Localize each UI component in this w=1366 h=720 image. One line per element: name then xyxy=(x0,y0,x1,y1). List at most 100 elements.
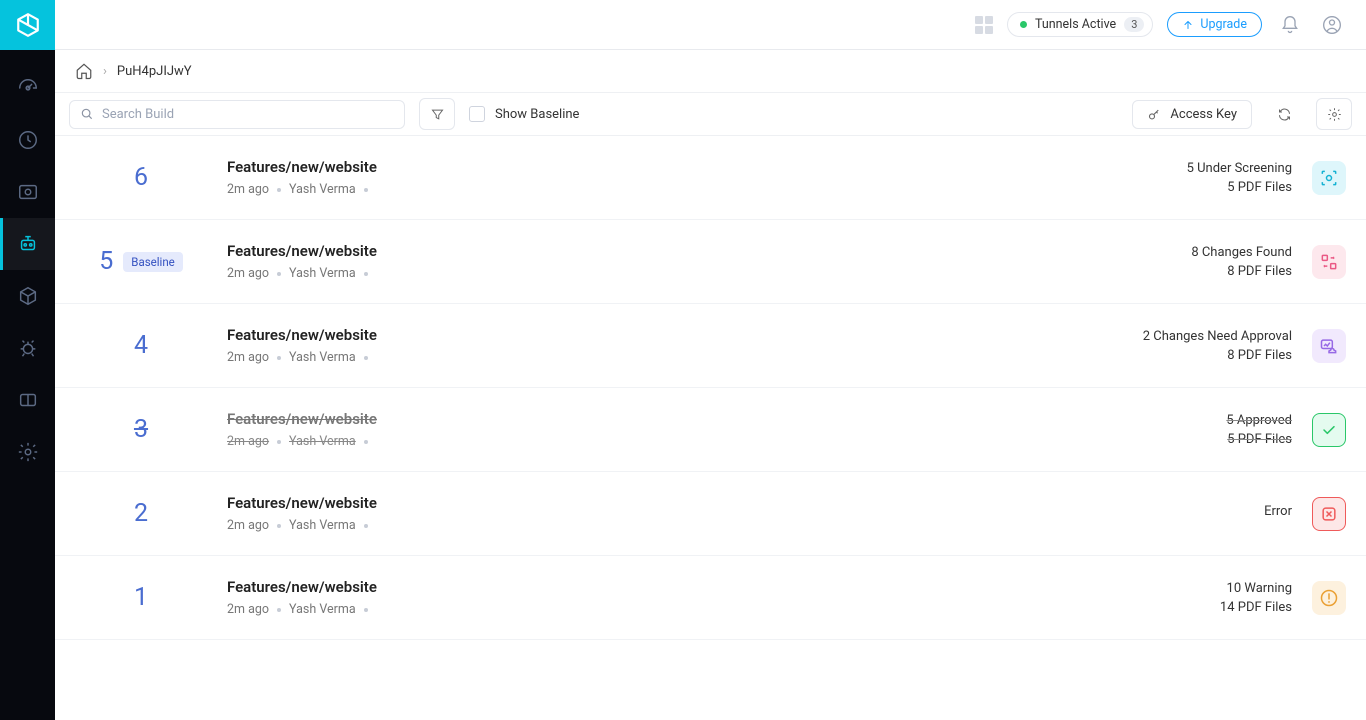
search-input-wrapper[interactable] xyxy=(69,100,405,129)
key-icon xyxy=(1147,107,1162,122)
show-baseline-label: Show Baseline xyxy=(495,107,579,122)
bell-icon xyxy=(1280,15,1300,35)
build-status-sub: 14 PDF Files xyxy=(1220,600,1292,615)
robot-icon xyxy=(17,233,39,255)
nav-visual[interactable] xyxy=(0,166,55,218)
build-meta: 2m ago Yash Verma xyxy=(227,602,1220,617)
build-status-main: 5 Under Screening xyxy=(1187,161,1292,176)
build-number: 5 xyxy=(99,247,113,276)
nav-robot[interactable] xyxy=(0,218,55,270)
build-author: Yash Verma xyxy=(289,434,356,449)
apps-grid-icon[interactable] xyxy=(975,16,993,34)
build-time: 2m ago xyxy=(227,182,269,197)
search-input[interactable] xyxy=(102,107,394,122)
chevron-right-icon: › xyxy=(103,64,107,79)
settings-button[interactable] xyxy=(1316,98,1352,130)
build-author: Yash Verma xyxy=(289,602,356,617)
breadcrumb: › PuH4pJIJwY xyxy=(55,50,1366,92)
build-row[interactable]: 5 Baseline Features/new/website 2m ago Y… xyxy=(55,220,1366,304)
build-number-col: 1 xyxy=(55,583,227,612)
access-key-button[interactable]: Access Key xyxy=(1132,100,1252,129)
build-status: 5 Under Screening 5 PDF Files xyxy=(1187,161,1292,195)
build-author: Yash Verma xyxy=(289,518,356,533)
nav-cube[interactable] xyxy=(0,270,55,322)
refresh-icon xyxy=(1277,107,1292,122)
build-time: 2m ago xyxy=(227,350,269,365)
build-row[interactable]: 2 Features/new/website 2m ago Yash Verma… xyxy=(55,472,1366,556)
cube-icon xyxy=(17,285,39,307)
build-info: Features/new/website 2m ago Yash Verma xyxy=(227,326,1143,365)
build-author: Yash Verma xyxy=(289,182,356,197)
build-status-sub: 8 PDF Files xyxy=(1191,264,1292,279)
build-row[interactable]: 6 Features/new/website 2m ago Yash Verma… xyxy=(55,136,1366,220)
upgrade-button[interactable]: Upgrade xyxy=(1167,12,1262,37)
build-info: Features/new/website 2m ago Yash Verma xyxy=(227,410,1226,449)
logo[interactable] xyxy=(0,0,55,50)
build-title: Features/new/website xyxy=(227,242,1191,260)
nav-history[interactable] xyxy=(0,114,55,166)
nav xyxy=(0,50,55,478)
build-title: Features/new/website xyxy=(227,326,1143,344)
builds-list: 6 Features/new/website 2m ago Yash Verma… xyxy=(55,136,1366,720)
bell-button[interactable] xyxy=(1276,11,1304,39)
build-number: 2 xyxy=(134,499,148,528)
show-baseline-toggle[interactable]: Show Baseline xyxy=(469,106,579,122)
refresh-button[interactable] xyxy=(1266,98,1302,130)
nav-split[interactable] xyxy=(0,374,55,426)
build-meta: 2m ago Yash Verma xyxy=(227,350,1143,365)
build-number: 4 xyxy=(134,331,148,360)
tunnels-count-badge: 3 xyxy=(1124,17,1144,32)
build-status: 2 Changes Need Approval 8 PDF Files xyxy=(1143,329,1292,363)
checkbox-icon[interactable] xyxy=(469,106,485,122)
dot-icon xyxy=(277,608,281,612)
dot-icon xyxy=(364,524,368,528)
dot-icon xyxy=(277,524,281,528)
tunnels-label: Tunnels Active xyxy=(1035,17,1116,32)
build-row[interactable]: 3 Features/new/website 2m ago Yash Verma… xyxy=(55,388,1366,472)
build-status-sub: 5 PDF Files xyxy=(1226,432,1292,447)
build-status-main: Error xyxy=(1264,504,1292,519)
nav-bug[interactable] xyxy=(0,322,55,374)
user-icon xyxy=(1322,15,1342,35)
sidebar xyxy=(0,0,55,720)
dot-icon xyxy=(364,188,368,192)
filter-button[interactable] xyxy=(419,98,455,130)
build-number-col: 5 Baseline xyxy=(55,247,227,276)
breadcrumb-page[interactable]: PuH4pJIJwY xyxy=(117,64,192,79)
baseline-badge: Baseline xyxy=(123,252,183,272)
dot-icon xyxy=(364,608,368,612)
tunnels-pill[interactable]: Tunnels Active 3 xyxy=(1007,12,1153,37)
nav-settings[interactable] xyxy=(0,426,55,478)
build-time: 2m ago xyxy=(227,434,269,449)
build-row[interactable]: 4 Features/new/website 2m ago Yash Verma… xyxy=(55,304,1366,388)
build-status-sub: 8 PDF Files xyxy=(1143,348,1292,363)
build-info: Features/new/website 2m ago Yash Verma xyxy=(227,578,1220,617)
build-status-sub: 5 PDF Files xyxy=(1187,180,1292,195)
build-meta: 2m ago Yash Verma xyxy=(227,182,1187,197)
build-status-main: 10 Warning xyxy=(1220,581,1292,596)
build-status-main: 2 Changes Need Approval xyxy=(1143,329,1292,344)
dot-icon xyxy=(277,440,281,444)
status-error-icon xyxy=(1312,497,1346,531)
build-author: Yash Verma xyxy=(289,350,356,365)
build-number-col: 2 xyxy=(55,499,227,528)
build-number-col: 4 xyxy=(55,331,227,360)
home-icon[interactable] xyxy=(75,62,93,80)
build-author: Yash Verma xyxy=(289,266,356,281)
status-screening-icon xyxy=(1312,161,1346,195)
build-number: 6 xyxy=(134,163,148,192)
dot-icon xyxy=(277,356,281,360)
build-row[interactable]: 1 Features/new/website 2m ago Yash Verma… xyxy=(55,556,1366,640)
nav-dashboard[interactable] xyxy=(0,62,55,114)
build-status-main: 8 Changes Found xyxy=(1191,245,1292,260)
build-title: Features/new/website xyxy=(227,158,1187,176)
build-number-col: 6 xyxy=(55,163,227,192)
build-time: 2m ago xyxy=(227,518,269,533)
build-time: 2m ago xyxy=(227,602,269,617)
build-meta: 2m ago Yash Verma xyxy=(227,266,1191,281)
profile-button[interactable] xyxy=(1318,11,1346,39)
build-info: Features/new/website 2m ago Yash Verma xyxy=(227,158,1187,197)
build-info: Features/new/website 2m ago Yash Verma xyxy=(227,242,1191,281)
build-status-main: 5 Approved xyxy=(1226,413,1292,428)
bug-icon xyxy=(17,337,39,359)
